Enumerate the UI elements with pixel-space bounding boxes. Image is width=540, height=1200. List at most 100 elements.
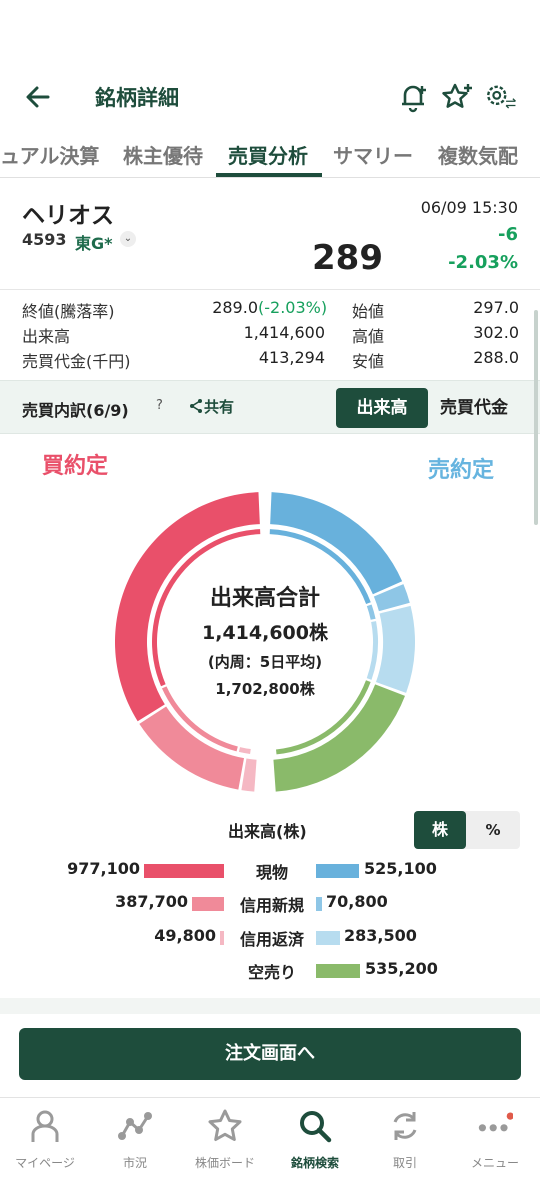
breakdown-title: 売買内訳(6/9): [22, 401, 129, 420]
section-divider: [0, 998, 540, 1014]
app-header: 銘柄詳細: [0, 70, 540, 124]
buy-value: 977,100: [67, 859, 140, 878]
low-label: 安値: [352, 352, 385, 371]
legend-title: 出来高(株): [228, 822, 307, 841]
share-button[interactable]: 共有: [188, 396, 234, 417]
nav-stock-search[interactable]: 銘柄検索: [270, 1104, 360, 1174]
nav-label: マイページ: [15, 1156, 75, 1170]
category-label: 信用新規: [239, 896, 304, 915]
nav-market[interactable]: 市況: [90, 1104, 180, 1174]
star-plus-icon[interactable]: [440, 80, 474, 114]
legend-row: 387,700 信用新規 70,800: [0, 892, 540, 918]
sell-slice: [273, 684, 405, 792]
active-tab-indicator: [216, 173, 322, 177]
nav-trade[interactable]: 取引: [360, 1104, 450, 1174]
high-label: 高値: [352, 327, 385, 346]
buy-bar: [220, 931, 224, 945]
stock-summary: ヘリオス 4593 東G* ⌄ 289 06/09 15:30 -6 -2.03…: [0, 178, 540, 290]
buy-value: 49,800: [154, 926, 216, 945]
inner-sell-slice: [366, 604, 376, 620]
volume-toggle[interactable]: 出来高: [336, 388, 428, 428]
nav-label: 市況: [122, 1156, 147, 1170]
high-value: 302.0: [473, 323, 519, 342]
nav-menu[interactable]: メニュー: [450, 1104, 540, 1174]
tab-shareholder-benefits[interactable]: 株主優待: [123, 140, 203, 169]
buy-value: 387,700: [115, 892, 188, 911]
tab-multi-quotes[interactable]: 複数気配: [438, 140, 518, 169]
category-label: 空売り: [247, 963, 296, 982]
sell-slice: [375, 605, 415, 693]
order-screen-button[interactable]: 注文画面へ: [19, 1028, 521, 1080]
person-icon: [31, 1110, 59, 1142]
turnover-value: 413,294: [258, 348, 325, 367]
share-icon: [190, 399, 202, 413]
tab-bar: ュアル決算 株主優待 売買分析 サマリー 複数気配: [0, 130, 540, 178]
inner-buy-slice: [238, 747, 251, 755]
back-arrow-icon[interactable]: [22, 82, 54, 112]
sell-bar: [316, 897, 322, 911]
more-icon: [478, 1112, 513, 1132]
nav-label: メニュー: [470, 1156, 519, 1170]
legend-row: 977,100 現物 525,100: [0, 859, 540, 885]
page-title: 銘柄詳細: [95, 86, 179, 110]
chevron-down-icon[interactable]: ⌄: [120, 231, 136, 247]
chart-nodes-icon: [118, 1112, 152, 1140]
sell-bar: [316, 931, 340, 945]
star-icon: [208, 1109, 242, 1141]
buy-slice: [241, 758, 257, 792]
bell-plus-icon[interactable]: [396, 80, 430, 114]
market-label[interactable]: 東G*: [75, 230, 113, 254]
low-value: 288.0: [473, 348, 519, 367]
donut-center: 出来高合計 1,414,600株 (内周：5日平均) 1,702,800株: [165, 580, 365, 699]
unit-percent-button[interactable]: %: [466, 811, 520, 849]
buy-contract-label: 買約定: [42, 454, 109, 479]
tab-dual-earnings[interactable]: ュアル決算: [0, 140, 99, 169]
total-volume-title: 出来高合計: [209, 586, 320, 611]
inner-ring-note: (内周：5日平均): [207, 653, 323, 671]
scrollbar[interactable]: [534, 310, 538, 525]
five-day-average: 1,702,800株: [215, 680, 315, 698]
settings-swap-icon[interactable]: [484, 80, 518, 114]
bottom-navigation: マイページ 市況 株価ボード 銘柄検索 取引 メニュー: [0, 1097, 540, 1200]
current-price: 289: [312, 238, 383, 278]
nav-label: 株価ボード: [194, 1156, 255, 1170]
nav-mypage[interactable]: マイページ: [0, 1104, 90, 1174]
volume-value: 1,414,600: [243, 323, 325, 342]
sell-bar: [316, 864, 359, 878]
sell-value: 70,800: [326, 892, 388, 911]
nav-label: 銘柄検索: [290, 1156, 339, 1170]
tab-summary[interactable]: サマリー: [333, 140, 413, 169]
turnover-label: 売買代金(千円): [22, 352, 131, 371]
recycle-icon: [393, 1112, 417, 1140]
price-change-pct: -2.03%: [448, 252, 518, 273]
unit-toggle: 株 %: [414, 811, 520, 849]
sell-slice: [270, 492, 403, 595]
turnover-toggle[interactable]: 売買代金: [430, 388, 518, 428]
breakdown-toolbar: 売買内訳(6/9) ? 共有 出来高 売買代金: [0, 380, 540, 434]
close-value: 289.0: [212, 298, 258, 317]
help-icon[interactable]: ?: [156, 398, 163, 413]
sell-value: 283,500: [344, 926, 417, 945]
inner-sell-slice: [366, 621, 378, 680]
sell-contract-label: 売約定: [428, 458, 495, 483]
open-value: 297.0: [473, 298, 519, 317]
legend-row: 空売り 535,200: [0, 959, 540, 985]
buy-bar: [144, 864, 224, 878]
sell-value: 535,200: [365, 959, 438, 978]
legend-row: 49,800 信用返済 283,500: [0, 926, 540, 952]
tab-trading-analysis[interactable]: 売買分析: [228, 140, 308, 169]
nav-stock-board[interactable]: 株価ボード: [180, 1104, 270, 1174]
stock-code: 4593: [22, 230, 67, 249]
close-pct: (-2.03%): [258, 298, 328, 317]
buy-bar: [192, 897, 224, 911]
close-label: 終値(騰落率): [22, 302, 115, 321]
share-label: 共有: [204, 398, 235, 416]
price-stats: 終値(騰落率) 289.0 (-2.03%) 出来高 1,414,600 売買代…: [0, 296, 540, 374]
total-volume-value: 1,414,600株: [202, 622, 328, 644]
category-label: 現物: [255, 863, 288, 882]
search-icon: [300, 1111, 332, 1143]
stock-name: ヘリオス: [22, 203, 114, 229]
price-change: -6: [498, 224, 518, 245]
open-label: 始値: [352, 302, 385, 321]
unit-shares-button[interactable]: 株: [414, 811, 466, 849]
